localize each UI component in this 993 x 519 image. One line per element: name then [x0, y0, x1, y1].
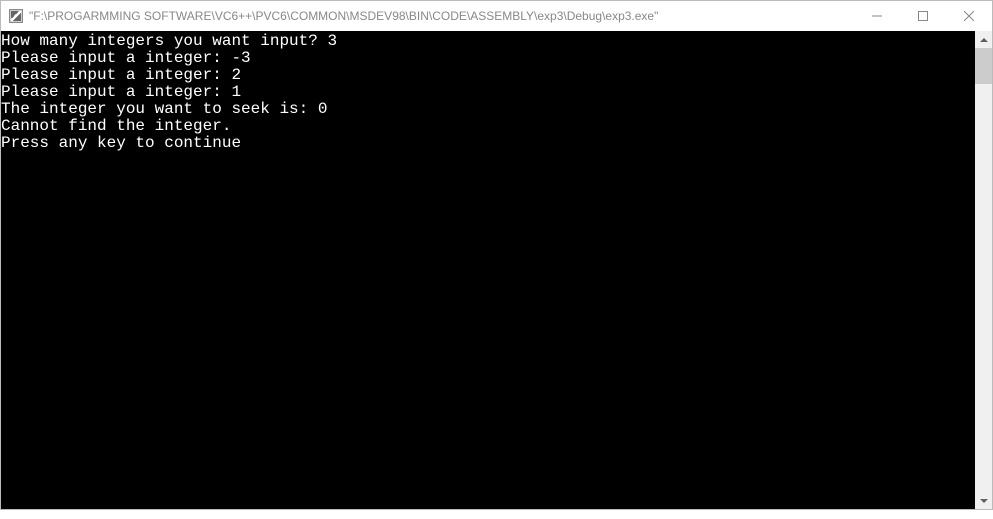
console-line: How many integers you want input? 3	[1, 33, 975, 50]
close-button[interactable]	[946, 1, 992, 31]
console-area: How many integers you want input? 3Pleas…	[1, 31, 992, 509]
console-line: Press any key to continue	[1, 135, 975, 152]
app-icon	[9, 9, 23, 23]
console-line: Please input a integer: 2	[1, 67, 975, 84]
window-controls	[854, 1, 992, 31]
scroll-down-button[interactable]	[975, 492, 992, 509]
titlebar[interactable]: "F:\PROGARMMING SOFTWARE\VC6++\PVC6\COMM…	[1, 1, 992, 31]
console-line: The integer you want to seek is: 0	[1, 101, 975, 118]
maximize-button[interactable]	[900, 1, 946, 31]
console-line: Please input a integer: 1	[1, 84, 975, 101]
scroll-track[interactable]	[975, 48, 992, 492]
scroll-thumb[interactable]	[975, 48, 992, 84]
console-output[interactable]: How many integers you want input? 3Pleas…	[1, 31, 975, 509]
window-title: "F:\PROGARMMING SOFTWARE\VC6++\PVC6\COMM…	[29, 9, 854, 23]
console-line: Cannot find the integer.	[1, 118, 975, 135]
vertical-scrollbar[interactable]	[975, 31, 992, 509]
console-line: Please input a integer: -3	[1, 50, 975, 67]
scroll-up-button[interactable]	[975, 31, 992, 48]
console-window: "F:\PROGARMMING SOFTWARE\VC6++\PVC6\COMM…	[0, 0, 993, 510]
minimize-button[interactable]	[854, 1, 900, 31]
